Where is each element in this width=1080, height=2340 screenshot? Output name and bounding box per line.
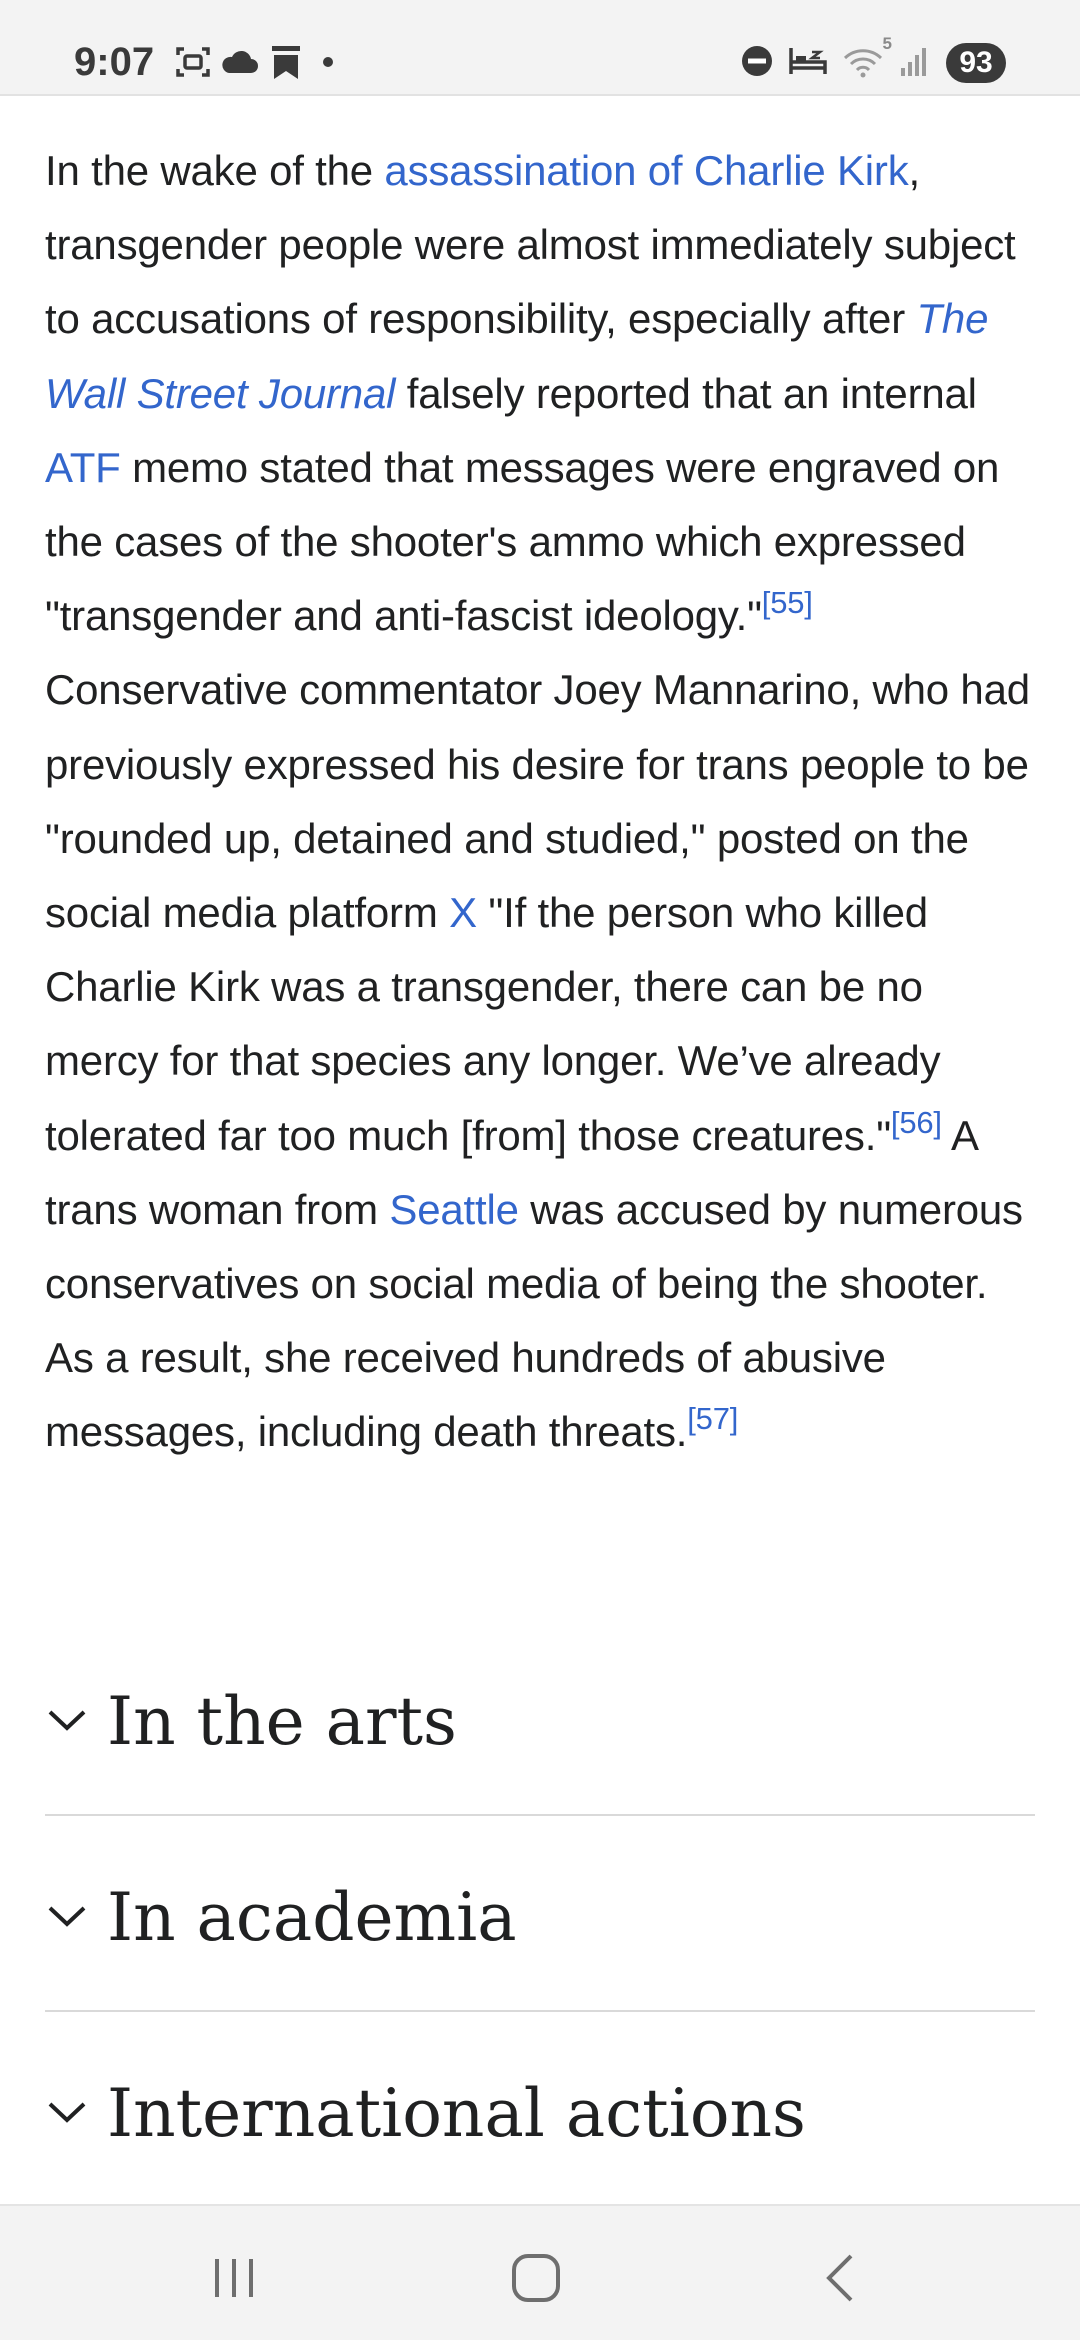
paragraph-text: falsely reported that an internal: [395, 369, 977, 417]
status-bar: 9:07 5 93: [0, 0, 1080, 96]
sleep-mode-icon: [788, 44, 828, 83]
collapsed-sections: In the arts In academia International ac…: [45, 1620, 1035, 2208]
chevron-down-icon: [48, 1710, 86, 1731]
section-heading: International actions: [107, 2075, 806, 2152]
cloud-icon: [220, 47, 260, 82]
do-not-disturb-icon: [740, 44, 774, 83]
bookmark-icon: [268, 43, 304, 86]
wifi-band-label: 5: [882, 33, 892, 53]
dot-icon: [312, 52, 342, 77]
home-icon: [512, 2254, 560, 2302]
battery-indicator: 93: [946, 43, 1006, 83]
link-atf[interactable]: ATF: [45, 444, 121, 491]
paragraph-text: In the wake of the: [45, 147, 385, 194]
section-in-academia[interactable]: In academia: [45, 1816, 1035, 2012]
status-time: 9:07: [74, 40, 155, 84]
recent-apps-icon: [215, 2259, 253, 2297]
back-button[interactable]: [800, 2238, 880, 2318]
chevron-down-icon: [48, 2102, 86, 2123]
article-content: In the wake of the assassination of Char…: [45, 134, 1035, 1470]
paragraph-text: memo stated that messages were engraved …: [45, 443, 1000, 640]
link-x[interactable]: X: [449, 889, 477, 936]
wifi-icon: 5: [842, 34, 892, 83]
reference-57[interactable]: [57]: [687, 1401, 738, 1436]
reference-55[interactable]: [55]: [762, 585, 813, 620]
chevron-down-icon: [48, 1906, 86, 1927]
link-seattle[interactable]: Seattle: [389, 1186, 519, 1233]
article-paragraph: In the wake of the assassination of Char…: [45, 134, 1035, 1470]
screenshot-icon: [174, 43, 212, 86]
section-heading: In academia: [107, 1879, 517, 1956]
back-icon: [826, 2254, 853, 2302]
link-assassination-of-charlie-kirk[interactable]: assassination of Charlie Kirk: [384, 147, 908, 194]
section-international-actions[interactable]: International actions: [45, 2012, 1035, 2208]
section-heading: In the arts: [107, 1683, 457, 1760]
home-button[interactable]: [496, 2238, 576, 2318]
navigation-bar: [0, 2204, 1080, 2340]
section-in-the-arts[interactable]: In the arts: [45, 1620, 1035, 1816]
signal-icon: [898, 44, 932, 83]
recent-apps-button[interactable]: [194, 2238, 274, 2318]
status-right-icons: 5 93: [740, 34, 1006, 84]
reference-56[interactable]: [56]: [891, 1105, 942, 1140]
status-left-icons: [174, 44, 342, 84]
